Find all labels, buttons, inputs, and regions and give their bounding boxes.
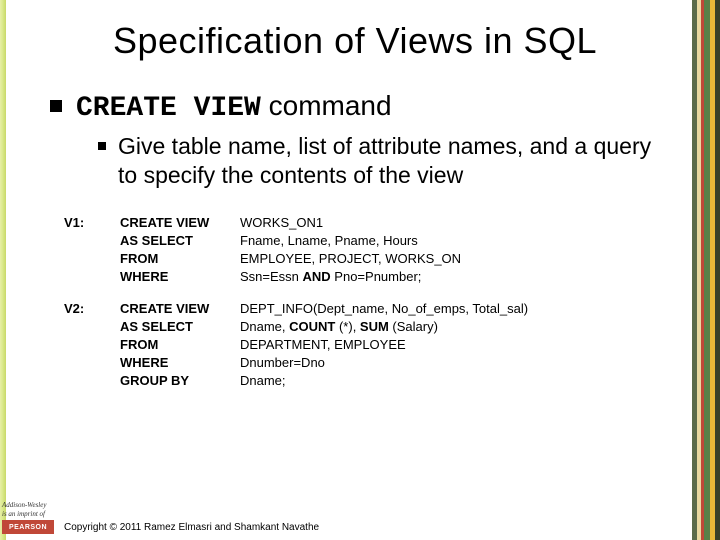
sql-value: Dname; — [240, 372, 528, 390]
table-row: V2: CREATE VIEW DEPT_INFO(Dept_name, No_… — [64, 300, 528, 318]
table-row: WHERE Dnumber=Dno — [64, 354, 528, 372]
page-title: Specification of Views in SQL — [50, 20, 660, 62]
table-row: GROUP BY Dname; — [64, 372, 528, 390]
bullet-level1: CREATE VIEW command — [50, 90, 660, 124]
bullet1-text: CREATE VIEW command — [76, 90, 392, 124]
bg-right-stripes — [692, 0, 720, 540]
bullet1-rest: command — [261, 90, 392, 121]
sql-keyword: GROUP BY — [120, 372, 240, 390]
bullet1-code: CREATE VIEW — [76, 93, 261, 124]
sql-value: Ssn=Essn AND Pno=Pnumber; — [240, 268, 461, 286]
sql-value: Fname, Lname, Pname, Hours — [240, 232, 461, 250]
pearson-badge: PEARSON — [2, 520, 54, 534]
sql-keyword: FROM — [120, 336, 240, 354]
sql-value: DEPT_INFO(Dept_name, No_of_emps, Total_s… — [240, 300, 528, 318]
sql-keyword: AS SELECT — [120, 232, 240, 250]
square-bullet-icon — [98, 142, 106, 150]
table-row: WHERE Ssn=Essn AND Pno=Pnumber; — [64, 268, 461, 286]
sql-value: DEPARTMENT, EMPLOYEE — [240, 336, 528, 354]
table-row: V1: CREATE VIEW WORKS_ON1 — [64, 214, 461, 232]
sql-label: V1: — [64, 214, 120, 232]
sql-keyword: CREATE VIEW — [120, 300, 240, 318]
sql-example-block: V1: CREATE VIEW WORKS_ON1 AS SELECT Fnam… — [60, 208, 660, 400]
bullet2-text: Give table name, list of attribute names… — [118, 132, 660, 190]
sql-value: Dnumber=Dno — [240, 354, 528, 372]
sql-value: WORKS_ON1 — [240, 214, 461, 232]
imprint-text: is an imprint of — [2, 511, 54, 518]
sql-v1: V1: CREATE VIEW WORKS_ON1 AS SELECT Fnam… — [64, 214, 461, 286]
copyright-text: Copyright © 2011 Ramez Elmasri and Shamk… — [64, 522, 319, 534]
sql-keyword: AS SELECT — [120, 318, 240, 336]
sql-value: EMPLOYEE, PROJECT, WORKS_ON — [240, 250, 461, 268]
sql-keyword: WHERE — [120, 354, 240, 372]
sql-keyword: WHERE — [120, 268, 240, 286]
table-row: FROM DEPARTMENT, EMPLOYEE — [64, 336, 528, 354]
sql-v2: V2: CREATE VIEW DEPT_INFO(Dept_name, No_… — [64, 300, 528, 390]
addison-wesley-text: Addison-Wesley — [2, 502, 54, 509]
sql-keyword: FROM — [120, 250, 240, 268]
sql-keyword: CREATE VIEW — [120, 214, 240, 232]
sql-value: Dname, COUNT (*), SUM (Salary) — [240, 318, 528, 336]
square-bullet-icon — [50, 100, 62, 112]
slide: Specification of Views in SQL CREATE VIE… — [10, 0, 690, 540]
bg-left-stripe — [0, 0, 6, 540]
publisher-logo: Addison-Wesley is an imprint of PEARSON — [0, 502, 54, 534]
table-row: AS SELECT Fname, Lname, Pname, Hours — [64, 232, 461, 250]
sql-label: V2: — [64, 300, 120, 318]
table-row: FROM EMPLOYEE, PROJECT, WORKS_ON — [64, 250, 461, 268]
table-row: AS SELECT Dname, COUNT (*), SUM (Salary) — [64, 318, 528, 336]
footer: Addison-Wesley is an imprint of PEARSON … — [0, 502, 720, 534]
bullet-level2: Give table name, list of attribute names… — [98, 132, 660, 190]
